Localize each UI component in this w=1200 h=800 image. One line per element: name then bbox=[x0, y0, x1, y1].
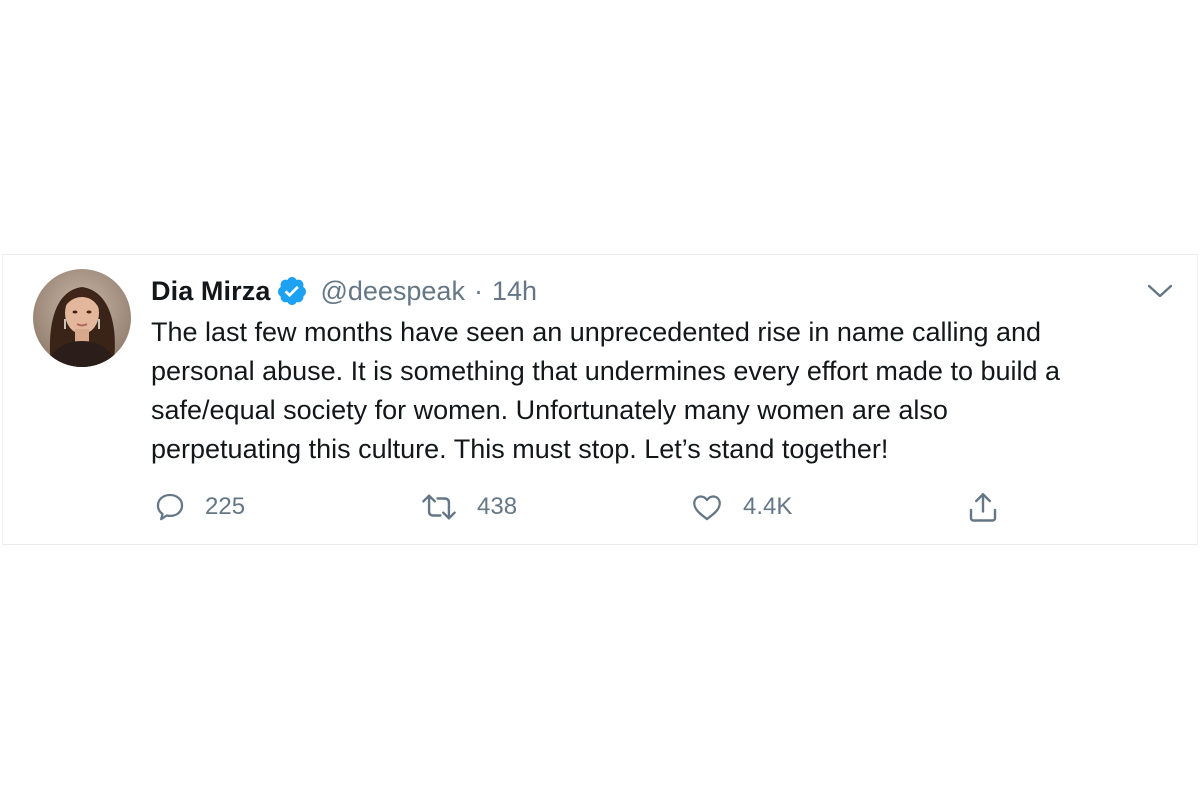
reply-icon bbox=[153, 490, 187, 524]
tweet-card[interactable]: Dia Mirza @deespeak · 14h The last few m… bbox=[2, 254, 1198, 545]
retweet-icon bbox=[419, 490, 459, 524]
verified-badge-icon bbox=[276, 275, 308, 307]
author-name[interactable]: Dia Mirza bbox=[151, 276, 270, 307]
tweet-header: Dia Mirza @deespeak · 14h bbox=[151, 269, 537, 313]
page: Dia Mirza @deespeak · 14h The last few m… bbox=[0, 0, 1200, 800]
avatar-image bbox=[33, 269, 131, 367]
chevron-down-icon[interactable] bbox=[1143, 277, 1177, 305]
tweet-text: The last few months have seen an unprece… bbox=[151, 317, 1061, 464]
avatar[interactable] bbox=[33, 269, 131, 367]
like-count: 4.4K bbox=[743, 493, 793, 520]
reply-button[interactable]: 225 bbox=[153, 487, 245, 527]
share-icon bbox=[965, 489, 1001, 525]
separator-dot: · bbox=[473, 275, 483, 306]
author-handle[interactable]: @deespeak bbox=[320, 276, 465, 307]
heart-icon bbox=[689, 490, 725, 524]
retweet-count: 438 bbox=[477, 493, 518, 520]
retweet-button[interactable]: 438 bbox=[419, 487, 517, 527]
share-button[interactable] bbox=[965, 487, 1001, 527]
reply-count: 225 bbox=[205, 493, 246, 520]
like-button[interactable]: 4.4K bbox=[689, 487, 792, 527]
tweet-timestamp[interactable]: 14h bbox=[492, 276, 537, 307]
tweet-actions: 225 438 4.4K bbox=[151, 487, 1021, 527]
